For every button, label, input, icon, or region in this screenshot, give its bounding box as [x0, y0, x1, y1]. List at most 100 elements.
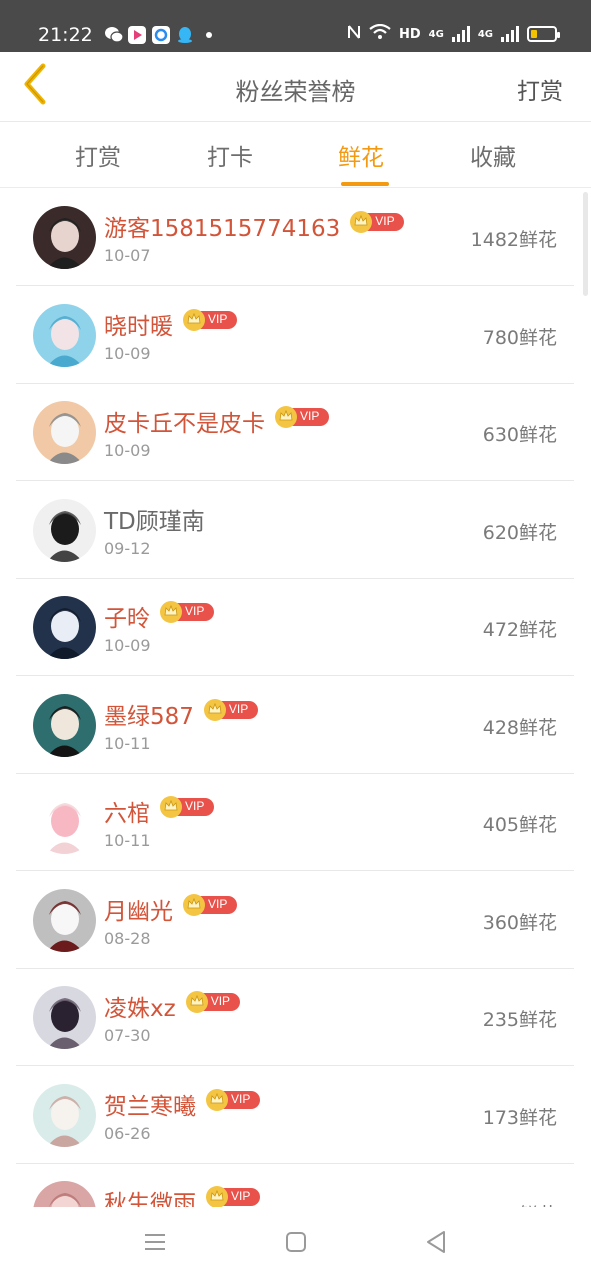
page-title: 粉丝荣誉榜: [235, 78, 356, 106]
vip-badge: VIP: [203, 698, 258, 721]
fan-row[interactable]: TD顾瑾南 09-12 620鲜花: [16, 482, 574, 579]
home-button[interactable]: [281, 1229, 311, 1259]
app-header: 粉丝荣誉榜 打赏: [0, 52, 591, 122]
fan-name: 游客1581515774163: [104, 216, 341, 242]
fan-date: 10-11: [104, 733, 151, 753]
system-back-button[interactable]: [421, 1229, 451, 1259]
vip-badge: VIP: [183, 308, 237, 331]
avatar[interactable]: [33, 498, 96, 562]
scrollbar[interactable]: [583, 192, 588, 296]
back-triangle-icon: [425, 1230, 447, 1258]
signal-bars-2-icon: [501, 26, 519, 42]
avatar[interactable]: [33, 596, 96, 659]
system-nav-bar: [0, 1207, 591, 1280]
avatar[interactable]: [33, 693, 96, 757]
hd-label: HD: [398, 26, 421, 42]
vip-label: VIP: [185, 604, 205, 618]
flower-count: 235鲜花: [482, 1009, 557, 1031]
vip-label: VIP: [185, 799, 205, 813]
avatar[interactable]: [33, 888, 96, 952]
fan-name: TD顾瑾南: [104, 508, 205, 535]
signal-2-label: 4G: [477, 28, 493, 40]
avatar[interactable]: [33, 206, 96, 269]
fan-row[interactable]: 秋生微雨 VIP 15鲜花: [16, 1164, 574, 1207]
flower-count: 15鲜花: [495, 1200, 557, 1207]
fan-row[interactable]: 皮卡丘不是皮卡 VIP 10-09 630鲜花: [16, 384, 574, 481]
tab-reward[interactable]: 打赏: [58, 138, 138, 172]
fan-date: 10-11: [104, 831, 151, 850]
vip-badge: VIP: [185, 991, 240, 1013]
notification-icons: [104, 26, 212, 44]
status-time: 21:22: [38, 24, 93, 46]
flower-count: 780鲜花: [482, 326, 557, 349]
vip-badge: VIP: [350, 211, 405, 233]
tab-flowers[interactable]: 鲜花: [321, 138, 401, 186]
fan-date: 10-07: [104, 246, 151, 265]
tab-flowers-label: 鲜花: [338, 145, 384, 171]
menu-button[interactable]: [140, 1229, 170, 1259]
vip-label: VIP: [208, 896, 228, 911]
avatar[interactable]: [33, 1181, 96, 1207]
vip-badge: VIP: [183, 893, 237, 916]
fan-name: 皮卡丘不是皮卡: [104, 411, 265, 437]
flower-count: 1482鲜花: [470, 229, 557, 251]
fan-row[interactable]: 子昤 VIP 10-09 472鲜花: [16, 579, 574, 676]
fan-date: 10-09: [104, 441, 151, 460]
vip-label: VIP: [375, 214, 395, 228]
fan-row[interactable]: 月幽光 VIP 08-28 360鲜花: [16, 872, 574, 969]
fan-date: 07-30: [104, 1026, 151, 1045]
active-tab-indicator: [341, 182, 389, 186]
signal-1-label: 4G: [428, 28, 444, 40]
status-indicators: HD 4G 4G: [347, 23, 560, 44]
flower-count: 620鲜花: [482, 521, 557, 544]
vip-badge: VIP: [206, 1088, 260, 1111]
home-square-icon: [285, 1231, 307, 1257]
avatar[interactable]: [33, 401, 96, 464]
fan-row[interactable]: 凌姝xz VIP 07-30 235鲜花: [16, 969, 574, 1066]
fan-name: 月幽光: [104, 898, 173, 925]
vip-label: VIP: [228, 701, 249, 716]
vip-label: VIP: [208, 311, 228, 326]
fan-name: 贺兰寒曦: [104, 1093, 196, 1120]
avatar[interactable]: [33, 986, 96, 1049]
avatar[interactable]: [33, 791, 96, 854]
fan-date: 09-12: [104, 538, 151, 558]
fan-row[interactable]: 墨绿587 VIP 10-11 428鲜花: [16, 677, 574, 774]
fan-row[interactable]: 贺兰寒曦 VIP 06-26 173鲜花: [16, 1067, 574, 1164]
fan-row[interactable]: 晓时暖 VIP 10-09 780鲜花: [16, 287, 574, 384]
fan-date: 08-28: [104, 928, 151, 948]
vip-badge: VIP: [206, 1186, 260, 1207]
fan-name: 六棺: [104, 801, 150, 827]
wechat-icon: [104, 26, 124, 44]
fan-row[interactable]: 游客1581515774163 VIP 10-07 1482鲜花: [16, 189, 574, 286]
fan-ranking-list[interactable]: 游客1581515774163 VIP 10-07 1482鲜花晓时暖 VIP 10-09…: [0, 189, 591, 1207]
avatar[interactable]: [33, 1083, 96, 1147]
nfc-icon: [347, 24, 361, 44]
flower-count: 360鲜花: [482, 911, 557, 934]
tab-checkin[interactable]: 打卡: [190, 138, 270, 172]
tab-favorites[interactable]: 收藏: [453, 138, 533, 172]
fan-name: 凌姝xz: [104, 996, 176, 1022]
qq-icon: [176, 26, 194, 44]
wifi-icon: [369, 23, 391, 44]
fan-date: 10-09: [104, 636, 151, 655]
flower-count: 630鲜花: [482, 424, 557, 446]
vip-label: VIP: [231, 1189, 251, 1203]
battery-icon: [527, 26, 560, 42]
vip-label: VIP: [231, 1091, 251, 1106]
vip-badge: VIP: [160, 601, 214, 623]
fan-date: 06-26: [104, 1123, 151, 1143]
fan-date: 10-09: [104, 343, 151, 363]
vip-label: VIP: [300, 409, 320, 423]
flower-count: 405鲜花: [482, 814, 557, 836]
browser-app-icon: [152, 26, 170, 44]
fan-name: 晓时暖: [104, 313, 173, 340]
status-bar: 21:22 HD 4G 4G: [0, 0, 591, 52]
avatar[interactable]: [33, 303, 96, 367]
tab-bar: 打赏 打卡 鲜花 收藏: [0, 122, 591, 188]
fan-name: 子昤: [104, 606, 150, 632]
vip-badge: VIP: [275, 406, 329, 428]
reward-button[interactable]: 打赏: [517, 72, 563, 106]
flower-count: 428鲜花: [482, 716, 557, 739]
fan-row[interactable]: 六棺 VIP 10-11 405鲜花: [16, 774, 574, 871]
